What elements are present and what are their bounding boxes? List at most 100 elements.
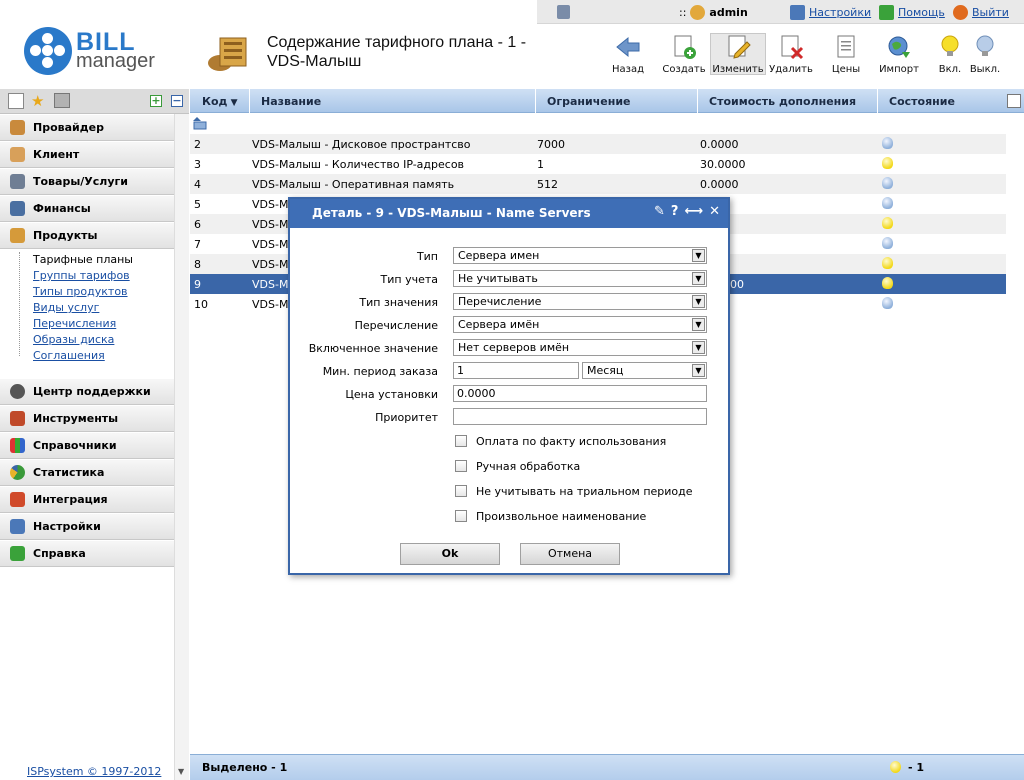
top-bar: :: admin Настройки Помощь Выйти	[537, 0, 1024, 24]
list-view-icon[interactable]	[8, 93, 24, 109]
menu-tools[interactable]: Инструменты	[0, 406, 174, 432]
sub-tariff-groups[interactable]: Группы тарифов	[33, 268, 130, 284]
sub-agreements[interactable]: Соглашения	[33, 348, 105, 364]
label-value-type: Тип значения	[359, 296, 438, 309]
pin-icon[interactable]: ✎	[654, 204, 665, 219]
maximize-icon[interactable]: ⟷	[684, 204, 703, 219]
user-avatar-icon	[690, 5, 706, 20]
table-row[interactable]: 2 VDS-Малыш - Дисковое пространтсво 7000…	[190, 134, 1006, 154]
col-status[interactable]: Состояние	[889, 95, 955, 108]
label-setup-price: Цена установки	[345, 388, 438, 401]
copyright-link[interactable]: ISPsystem © 1997-2012	[27, 765, 161, 778]
status-on-bulb-icon	[882, 157, 893, 169]
sub-disk-images[interactable]: Образы диска	[33, 332, 114, 348]
briefcase-icon[interactable]	[54, 93, 70, 108]
checkbox-ignore-trial[interactable]	[455, 485, 467, 497]
status-off-bulb-icon	[882, 137, 893, 149]
menu-help[interactable]: Справка	[0, 541, 174, 567]
help-link[interactable]: Помощь	[879, 5, 945, 20]
sub-service-kinds[interactable]: Виды услуг	[33, 300, 99, 316]
status-off-bulb-icon	[882, 177, 893, 189]
priority-input[interactable]	[453, 408, 707, 425]
dialog-title: Деталь - 9 - VDS-Малыш - Name Servers	[312, 206, 591, 220]
disable-bulb-icon	[972, 34, 998, 60]
close-icon[interactable]: ✕	[709, 204, 720, 219]
sub-enumerations[interactable]: Перечисления	[33, 316, 116, 332]
menu-support-center[interactable]: Центр поддержки	[0, 379, 174, 405]
prices-button[interactable]: Цены	[818, 34, 874, 75]
enabled-bulb-icon	[890, 761, 901, 773]
setup-price-input[interactable]: 0.0000	[453, 385, 707, 402]
min-period-input[interactable]: 1	[453, 362, 579, 379]
calculator-icon[interactable]	[557, 5, 570, 19]
back-button[interactable]: Назад	[600, 34, 656, 75]
checkbox-custom-name[interactable]	[455, 510, 467, 522]
col-limit[interactable]: Ограничение	[547, 95, 630, 108]
menu-integration[interactable]: Интеграция	[0, 487, 174, 513]
chevron-down-icon: ▼	[692, 249, 705, 262]
create-button[interactable]: Создать	[656, 34, 712, 75]
col-name[interactable]: Название	[261, 95, 321, 108]
ok-button[interactable]: Ok	[400, 543, 500, 565]
checkbox-pay-as-used[interactable]	[455, 435, 467, 447]
collapse-all-icon[interactable]: −	[171, 95, 183, 107]
left-panel-scrollbar[interactable]: ▼	[174, 114, 189, 780]
left-panel-toolbar: ★ + −	[0, 89, 189, 114]
menu-references[interactable]: Справочники	[0, 433, 174, 459]
sub-tariff-plans[interactable]: Тарифные планы	[33, 252, 133, 268]
prices-icon	[833, 34, 859, 60]
tree-connector	[19, 252, 20, 356]
menu-finance[interactable]: Финансы	[0, 196, 174, 222]
chevron-down-icon: ▼	[692, 341, 705, 354]
menu-client[interactable]: Клиент	[0, 142, 174, 168]
label-min-period: Мин. период заказа	[322, 365, 438, 378]
menu-settings[interactable]: Настройки	[0, 514, 174, 540]
selected-count: Выделено - 1	[202, 761, 288, 774]
statistics-pie-icon	[10, 465, 25, 480]
edit-button[interactable]: Изменить	[710, 33, 766, 75]
label-enumeration: Перечисление	[354, 319, 438, 332]
import-button[interactable]: Импорт	[871, 34, 927, 75]
disable-button[interactable]: Выкл.	[957, 34, 1013, 75]
menu-statistics[interactable]: Статистика	[0, 460, 174, 486]
expand-all-icon[interactable]: +	[150, 95, 162, 107]
parent-level-icon[interactable]	[193, 116, 207, 130]
chevron-down-icon: ▼	[692, 318, 705, 331]
separator: ::	[679, 6, 687, 19]
logout-link[interactable]: Выйти	[953, 5, 1009, 20]
cancel-button[interactable]: Отмена	[520, 543, 620, 565]
select-included-value[interactable]: Нет серверов имён ▼	[453, 339, 707, 356]
menu-provider[interactable]: Провайдер	[0, 115, 174, 141]
label-included-value: Включенное значение	[308, 342, 438, 355]
column-settings-icon[interactable]	[1007, 94, 1021, 108]
scroll-down-arrow-icon[interactable]: ▼	[178, 767, 184, 776]
menu-products[interactable]: Продукты	[0, 223, 174, 249]
detail-dialog: Деталь - 9 - VDS-Малыш - Name Servers ✎ …	[288, 197, 730, 575]
col-code[interactable]: Код ▼	[202, 95, 238, 108]
status-on-bulb-icon	[882, 277, 893, 289]
sub-product-types[interactable]: Типы продуктов	[33, 284, 128, 300]
select-accounting-type[interactable]: Не учитывать ▼	[453, 270, 707, 287]
settings-monitor-icon	[10, 519, 25, 534]
select-enumeration[interactable]: Сервера имён ▼	[453, 316, 707, 333]
checkbox-manual-processing[interactable]	[455, 460, 467, 472]
table-row[interactable]: 4 VDS-Малыш - Оперативная память 512 0.0…	[190, 174, 1006, 194]
dialog-titlebar[interactable]: Деталь - 9 - VDS-Малыш - Name Servers ✎ …	[290, 199, 728, 228]
enabled-count: - 1	[908, 761, 925, 774]
select-period-unit[interactable]: Месяц ▼	[582, 362, 707, 379]
delete-icon	[778, 34, 804, 60]
select-value-type[interactable]: Перечисление ▼	[453, 293, 707, 310]
favorites-star-icon[interactable]: ★	[31, 92, 44, 110]
table-row[interactable]: 3 VDS-Малыш - Количество IP-адресов 1 30…	[190, 154, 1006, 174]
help-icon[interactable]: ?	[671, 204, 679, 219]
logout-icon	[953, 5, 968, 20]
delete-button[interactable]: Удалить	[763, 34, 819, 75]
table-scroll-area	[1006, 113, 1024, 754]
label-accounting: Тип учета	[380, 273, 438, 286]
settings-link[interactable]: Настройки	[790, 5, 871, 20]
menu-goods-services[interactable]: Товары/Услуги	[0, 169, 174, 195]
username: admin	[709, 6, 748, 19]
status-off-bulb-icon	[882, 237, 893, 249]
select-type[interactable]: Сервера имен ▼	[453, 247, 707, 264]
col-addon-cost[interactable]: Стоимость дополнения	[709, 95, 856, 108]
